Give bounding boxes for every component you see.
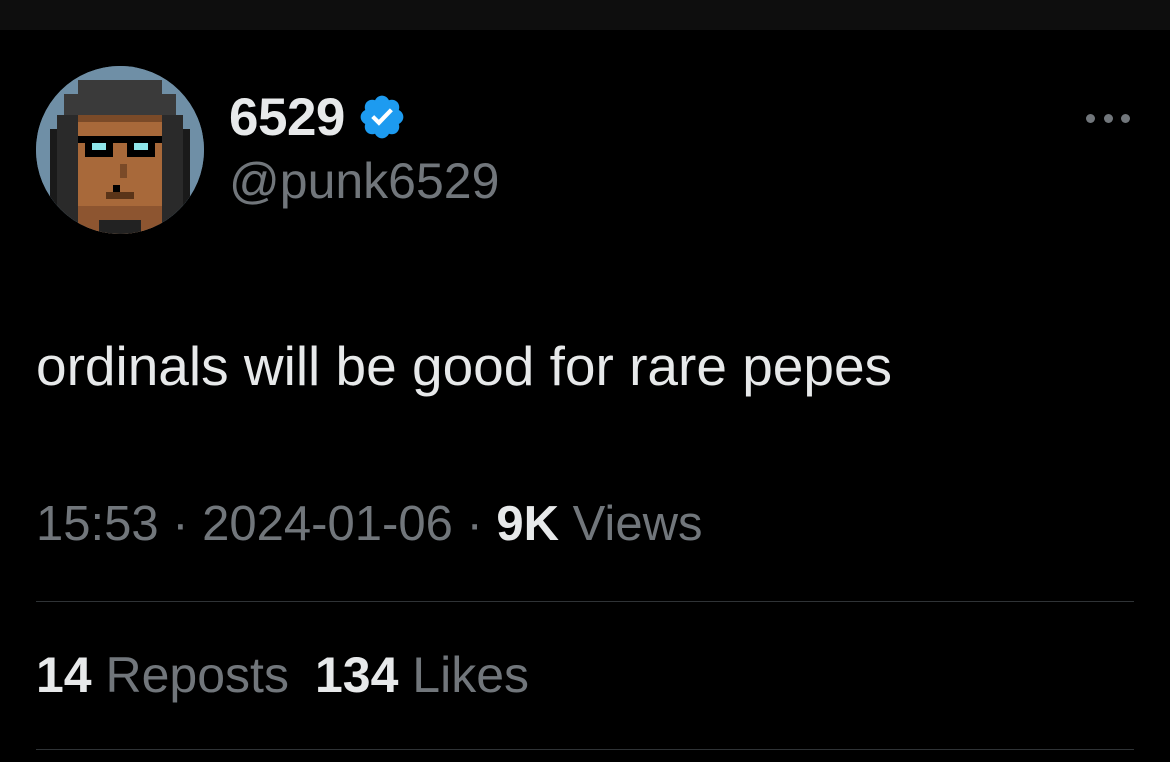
author-handle[interactable]: @punk6529 [229, 152, 499, 210]
tweet-text: ordinals will be good for rare pepes [36, 335, 893, 397]
display-name[interactable]: 6529 [229, 87, 345, 148]
likes-label: Likes [398, 647, 530, 703]
meta-separator: · [452, 497, 497, 551]
tweet-meta: 15:53 · 2024-01-06 · 9K Views [36, 496, 702, 552]
reposts-link[interactable]: 14 Reposts [36, 647, 289, 703]
more-dot [1086, 113, 1095, 123]
views-count[interactable]: 9K [496, 497, 559, 551]
tweet-date[interactable]: 2024-01-06 [202, 497, 453, 551]
tweet-time[interactable]: 15:53 [36, 497, 159, 551]
likes-count: 134 [314, 647, 399, 703]
more-dot [1121, 113, 1130, 123]
pixel-punk-avatar-icon [36, 66, 204, 234]
views-label[interactable]: Views [559, 497, 703, 551]
likes-link[interactable]: 134 Likes [315, 647, 529, 703]
more-dot [1103, 113, 1113, 123]
reposts-label: Reposts [91, 647, 289, 703]
verified-badge-icon[interactable] [357, 92, 407, 142]
divider [36, 601, 1134, 602]
reposts-count: 14 [36, 647, 92, 703]
more-horizontal-icon[interactable] [1082, 100, 1134, 136]
meta-separator: · [158, 497, 203, 551]
author-name-row[interactable]: 6529 [229, 86, 407, 148]
engagement-stats: 14 Reposts 134 Likes [36, 646, 529, 704]
tweet-card: 6529 @punk6529 ordinals will be good for… [0, 0, 1170, 762]
avatar[interactable] [36, 66, 204, 234]
divider [36, 749, 1134, 750]
